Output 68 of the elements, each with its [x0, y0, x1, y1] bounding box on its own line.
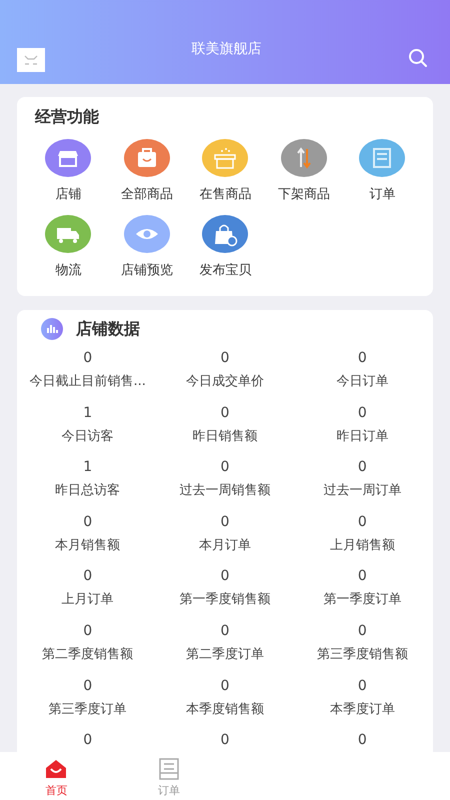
- stat-value: 0: [358, 404, 367, 423]
- stat-label: 上月订单: [62, 591, 114, 610]
- truck-icon: [45, 215, 92, 253]
- bar-chart-icon: [41, 318, 63, 340]
- stat-value: 0: [358, 567, 367, 586]
- stat-label: 今日访客: [62, 428, 114, 446]
- document-icon: [359, 139, 406, 177]
- function-label[interactable]: 店铺预览: [120, 261, 173, 279]
- stat-value: 0: [358, 622, 367, 641]
- stat-value: 0: [83, 349, 92, 368]
- stat-value: 1: [83, 458, 92, 478]
- function-label[interactable]: 全部商品: [120, 185, 173, 203]
- stat-label: 过去一周销售额: [179, 482, 270, 500]
- stat-label: 本月订单: [198, 536, 251, 555]
- stat-value: 0: [220, 404, 230, 423]
- stat-value: 0: [220, 622, 230, 641]
- function-label[interactable]: 订单: [369, 185, 396, 203]
- stat-value: 0: [83, 731, 92, 750]
- store-title: 联美旗舰店: [190, 40, 262, 59]
- stat-value: 0: [83, 622, 92, 641]
- stat-value: 0: [220, 567, 230, 586]
- eye-icon: [124, 215, 170, 253]
- stat-value: 0: [220, 512, 230, 532]
- shopping-bag-icon: [202, 215, 248, 253]
- stat-value: 0: [220, 349, 230, 368]
- stat-label: 第一季度销售额: [179, 591, 270, 610]
- stat-label: 今日成交单价: [186, 373, 264, 391]
- function-label[interactable]: 在售商品: [199, 185, 252, 203]
- box-icon: [202, 139, 248, 177]
- stat-label: 昨日订单: [336, 428, 388, 446]
- function-label[interactable]: 物流: [55, 261, 82, 279]
- stat-value: 0: [358, 349, 367, 368]
- stat-label: 第一季度订单: [323, 591, 402, 610]
- bag-icon: [124, 139, 170, 177]
- stat-value: 0: [83, 567, 92, 586]
- stat-value: 0: [358, 731, 367, 750]
- stat-label: 第三季度订单: [48, 700, 127, 719]
- store-icon: [45, 139, 92, 177]
- stat-value: 0: [220, 676, 230, 696]
- stat-label: 本季度订单: [330, 700, 395, 719]
- tab[interactable]: 首页: [0, 752, 112, 800]
- function-label[interactable]: 发布宝贝: [199, 261, 252, 279]
- stat-label: 昨日销售额: [192, 428, 258, 446]
- stat-label: 第二季度销售额: [42, 646, 134, 664]
- stat-value: 0: [83, 512, 92, 532]
- stat-label: 今日截止目前销售...: [29, 373, 146, 391]
- up-down-arrows-icon: [280, 139, 327, 177]
- section-title: 店铺数据: [76, 318, 140, 340]
- search-icon: [408, 48, 428, 68]
- stat-value: 0: [358, 676, 367, 696]
- stat-label: 昨日总访客: [55, 482, 120, 500]
- section-title: 经营功能: [34, 106, 100, 128]
- function-label[interactable]: 下架商品: [278, 185, 330, 203]
- stat-value: 0: [358, 458, 367, 478]
- stat-label: 本季度销售额: [186, 700, 264, 719]
- stat-value: 1: [83, 404, 92, 423]
- stat-value: 0: [220, 731, 230, 750]
- stat-label: 第二季度订单: [186, 646, 264, 664]
- stat-label: 上月销售额: [330, 536, 395, 555]
- stat-label: 本月销售额: [55, 536, 120, 555]
- stat-label: 过去一周订单: [323, 482, 402, 500]
- stat-value: 0: [220, 458, 230, 478]
- stat-label: 第三季度销售额: [316, 646, 408, 664]
- function-label[interactable]: 店铺: [55, 185, 82, 203]
- stat-value: 0: [358, 512, 367, 532]
- store-logo-icon: [17, 48, 45, 72]
- stat-label: 今日订单: [336, 373, 388, 391]
- stat-value: 0: [83, 676, 92, 696]
